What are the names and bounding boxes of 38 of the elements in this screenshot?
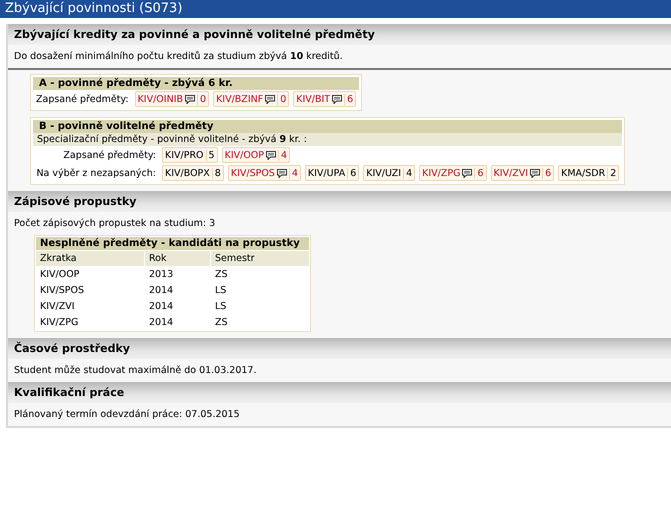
course-chip[interactable]: KIV/SPOS 4 <box>228 165 301 181</box>
group-header: B - povinně volitelné předměty <box>33 120 622 133</box>
comment-icon <box>276 168 287 178</box>
time-limit-text: Student může studovat maximálně do 01.03.2017. <box>13 364 258 378</box>
course-chip[interactable]: KMA/SDR 2 <box>558 165 620 181</box>
course-chip[interactable]: KIV/BIT 6 <box>293 91 356 107</box>
section-header: Zbývající kredity za povinné a povinně volitelné předměty <box>8 24 671 45</box>
section-header: Zápisové propustky <box>8 191 671 212</box>
comment-icon <box>530 168 540 178</box>
group-header: A - povinné předměty - zbývá 6 kr. <box>33 77 360 90</box>
column-header: Zkratka <box>36 251 144 266</box>
course-chip[interactable]: KIV/PRO 5 <box>162 147 218 163</box>
course-chip[interactable]: KIV/ZPG 6 <box>419 165 487 181</box>
group-subheader: Specializační předměty - povinně volitelné - zbývá 9 kr. : <box>33 133 622 146</box>
comment-icon <box>332 94 342 104</box>
section-header: Kvalifikační práce <box>8 382 671 403</box>
row-label: Zapsané předměty: <box>62 150 157 160</box>
section-header: Časové prostředky <box>8 338 671 359</box>
passes-summary: Počet zápisových propustek na studium: 3 <box>13 217 216 231</box>
course-chip[interactable]: KIV/OOP 4 <box>222 147 290 163</box>
comment-icon <box>462 168 472 178</box>
credits-summary: Do dosažení minimálního počtu kreditů za studium zbývá 10 kreditů. <box>8 45 671 70</box>
course-chip[interactable]: KIV/ZVI 6 <box>490 165 554 181</box>
row-label: Zapsané předměty: <box>36 94 130 104</box>
row-label: Na výběr z nezapsaných: <box>36 168 157 178</box>
thesis-deadline-text: Plánovaný termín odevzdání práce: 07.05.2015 <box>13 408 241 422</box>
course-chip[interactable]: KIV/UZI 4 <box>363 165 416 181</box>
column-header: Rok <box>145 251 210 266</box>
comment-icon <box>266 150 276 160</box>
table-title: Nesplněné předměty - kandidáti na propustky <box>36 237 309 250</box>
course-chip[interactable]: KIV/OINIB 0 <box>134 91 210 107</box>
course-chip[interactable]: KIV/BZINF 0 <box>213 91 290 107</box>
column-header: Semestr <box>211 251 309 266</box>
course-chip[interactable]: KIV/BOPX 8 <box>162 165 224 181</box>
comment-icon <box>185 94 196 104</box>
window-title: Zbývající povinnosti (S073) <box>0 0 671 18</box>
comment-icon <box>265 94 276 104</box>
course-chip[interactable]: KIV/UPA 6 <box>304 165 360 181</box>
